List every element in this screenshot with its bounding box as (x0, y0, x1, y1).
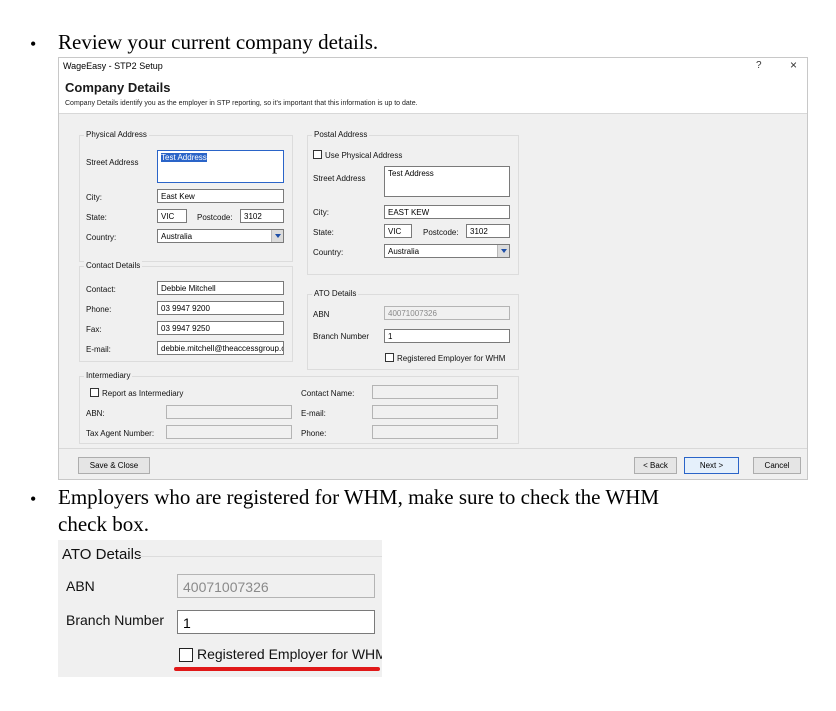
physical-address-group: Physical Address Street Address Test Add… (79, 130, 293, 262)
page-subtitle: Company Details identify you as the empl… (65, 100, 418, 107)
dialog-header: Company Details Company Details identify… (59, 76, 807, 114)
page-title: Company Details (65, 80, 171, 95)
use-physical-address-label: Use Physical Address (325, 151, 403, 160)
postal-street-label: Street Address (313, 174, 366, 183)
fax-field[interactable]: 03 9947 9250 (157, 321, 284, 335)
window-title: WageEasy - STP2 Setup (63, 61, 163, 71)
intermediary-abn-field (166, 405, 292, 419)
tax-agent-number-field (166, 425, 292, 439)
postal-state-label: State: (313, 228, 334, 237)
fax-label: Fax: (86, 325, 102, 334)
tax-agent-number-label: Tax Agent Number: (86, 429, 155, 438)
zoom-branch-number-field[interactable]: 1 (177, 610, 375, 634)
bullet-text-whm-line2: check box. (58, 512, 149, 536)
physical-country-value: Australia (161, 232, 193, 241)
postal-state-field[interactable]: VIC (384, 224, 412, 238)
intermediary-phone-label: Phone: (301, 429, 327, 438)
contact-name-label: Contact Name: (301, 389, 355, 398)
physical-state-field[interactable]: VIC (157, 209, 187, 223)
zoom-ato-legend: ATO Details (62, 546, 142, 563)
report-intermediary-label: Report as Intermediary (102, 389, 184, 398)
physical-street-value: Test Address (161, 153, 207, 162)
back-button[interactable]: < Back (634, 457, 677, 474)
bullet-glyph: • (30, 489, 37, 509)
contact-label: Contact: (86, 285, 116, 294)
cancel-button[interactable]: Cancel (753, 457, 801, 474)
postal-country-label: Country: (313, 248, 344, 257)
footer-divider (59, 448, 807, 449)
postal-city-label: City: (313, 208, 329, 217)
intermediary-legend: Intermediary (84, 371, 133, 380)
phone-label: Phone: (86, 305, 112, 314)
abn-label: ABN (313, 310, 330, 319)
postal-city-field[interactable]: EAST KEW (384, 205, 510, 219)
ato-details-group: ATO Details ABN 40071007326 Branch Numbe… (307, 289, 519, 370)
zoom-abn-label: ABN (66, 578, 95, 594)
physical-city-label: City: (86, 193, 102, 202)
ato-details-zoom-panel: ATO Details ABN 40071007326 Branch Numbe… (58, 540, 382, 677)
email-field[interactable]: debbie.mitchell@theaccessgroup.c (157, 341, 284, 355)
intermediary-abn-label: ABN: (86, 409, 105, 418)
intermediary-phone-field (372, 425, 498, 439)
save-close-button[interactable]: Save & Close (78, 457, 150, 474)
physical-address-legend: Physical Address (84, 130, 149, 139)
chevron-down-icon[interactable] (271, 230, 283, 242)
bullet-glyph: • (30, 34, 37, 54)
postal-country-select[interactable]: Australia (384, 244, 510, 258)
postal-postcode-label: Postcode: (423, 228, 459, 237)
red-highlight-underline (174, 667, 380, 671)
physical-street-field[interactable]: Test Address (157, 150, 284, 183)
postal-country-value: Australia (388, 247, 420, 256)
intermediary-email-field (372, 405, 498, 419)
contact-name-field (372, 385, 498, 399)
physical-postcode-field[interactable]: 3102 (240, 209, 284, 223)
next-button[interactable]: Next > (684, 457, 739, 474)
whm-label: Registered Employer for WHM (397, 354, 506, 363)
postal-address-group: Postal Address Use Physical Address Stre… (307, 130, 519, 275)
bullet-text-whm-line1: Employers who are registered for WHM, ma… (58, 485, 660, 509)
ato-details-legend: ATO Details (312, 289, 359, 298)
postal-address-legend: Postal Address (312, 130, 370, 139)
zoom-whm-checkbox[interactable] (179, 648, 193, 662)
physical-country-label: Country: (86, 233, 117, 242)
email-label: E-mail: (86, 345, 111, 354)
physical-state-label: State: (86, 213, 107, 222)
zoom-whm-label: Registered Employer for WHM (197, 646, 382, 662)
postal-street-field[interactable]: Test Address (384, 166, 510, 197)
phone-field[interactable]: 03 9947 9200 (157, 301, 284, 315)
branch-number-label: Branch Number (313, 332, 370, 341)
physical-street-label: Street Address (86, 158, 139, 167)
chevron-down-icon[interactable] (497, 245, 509, 257)
contact-field[interactable]: Debbie Mitchell (157, 281, 284, 295)
zoom-abn-field: 40071007326 (177, 574, 375, 598)
use-physical-address-checkbox[interactable] (313, 150, 322, 159)
zoom-branch-number-label: Branch Number (66, 612, 165, 628)
physical-city-field[interactable]: East Kew (157, 189, 284, 203)
intermediary-email-label: E-mail: (301, 409, 326, 418)
abn-field: 40071007326 (384, 306, 510, 320)
whm-checkbox[interactable] (385, 353, 394, 362)
branch-number-field[interactable]: 1 (384, 329, 510, 343)
contact-details-legend: Contact Details (84, 261, 143, 270)
contact-details-group: Contact Details Contact: Debbie Mitchell… (79, 261, 293, 362)
intermediary-group: Intermediary Report as Intermediary ABN:… (79, 371, 519, 444)
postal-postcode-field[interactable]: 3102 (466, 224, 510, 238)
report-intermediary-checkbox[interactable] (90, 388, 99, 397)
bullet-text-review: Review your current company details. (58, 30, 379, 54)
help-button[interactable]: ? (756, 60, 762, 71)
physical-postcode-label: Postcode: (197, 213, 233, 222)
zoom-group-border (138, 556, 382, 557)
stp2-setup-dialog: WageEasy - STP2 Setup ? × Company Detail… (58, 57, 808, 480)
close-icon[interactable]: × (790, 58, 797, 72)
title-bar: WageEasy - STP2 Setup ? × (59, 58, 807, 76)
physical-country-select[interactable]: Australia (157, 229, 284, 243)
